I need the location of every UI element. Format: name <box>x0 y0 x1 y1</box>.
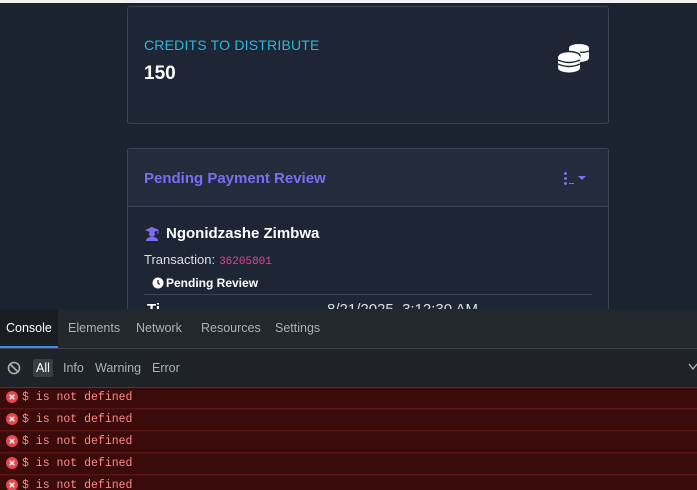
options-menu-button[interactable] <box>564 167 594 189</box>
tab-settings[interactable]: Settings <box>275 309 320 348</box>
pending-review-card: Pending Payment Review Ngonidzashe Zimbw… <box>127 148 609 318</box>
error-icon <box>6 391 18 403</box>
tab-console[interactable]: Console <box>0 309 58 348</box>
credits-card: CREDITS TO DISTRIBUTE 150 <box>127 6 609 124</box>
status-text: Pending Review <box>166 276 259 290</box>
devtools-panel: Console Elements Network Resources Setti… <box>0 309 697 490</box>
filter-info[interactable]: Info <box>60 359 87 377</box>
log-message: $ is not defined <box>22 435 133 448</box>
log-row: $ is not defined <box>0 432 697 453</box>
clock-icon <box>152 277 164 289</box>
console-log: $ is not defined $ is not defined $ is n… <box>0 388 697 490</box>
log-message: $ is not defined <box>22 391 133 404</box>
log-row: $ is not defined <box>0 454 697 475</box>
log-row: $ is not defined <box>0 476 697 490</box>
top-edge <box>0 0 697 3</box>
tab-network[interactable]: Network <box>136 309 182 348</box>
caret-down-icon <box>578 176 586 180</box>
log-message: $ is not defined <box>22 457 133 470</box>
console-filterbar: All Info Warning Error <box>0 349 697 388</box>
devtools-tabbar: Console Elements Network Resources Setti… <box>0 309 697 349</box>
filter-error[interactable]: Error <box>149 359 183 377</box>
chevron-down-icon[interactable] <box>688 363 697 371</box>
log-row: $ is not defined <box>0 410 697 431</box>
log-message: $ is not defined <box>22 413 133 426</box>
tab-elements[interactable]: Elements <box>68 309 120 348</box>
transaction-line: Transaction: 36205801 <box>144 252 272 268</box>
filter-all[interactable]: All <box>33 359 53 377</box>
clear-console-icon[interactable] <box>7 361 21 375</box>
transaction-label: Transaction: <box>144 252 216 267</box>
coins-icon <box>557 44 590 73</box>
tab-resources[interactable]: Resources <box>201 309 261 348</box>
pending-title: Pending Payment Review <box>144 170 326 187</box>
status-badge: Pending Review <box>152 276 258 290</box>
log-message: $ is not defined <box>22 479 133 490</box>
error-icon <box>6 479 18 490</box>
underscore-mark <box>569 182 574 184</box>
payer: Ngonidzashe Zimbwa <box>144 225 319 242</box>
graduate-icon <box>145 226 159 241</box>
kebab-icon <box>564 171 567 185</box>
error-icon <box>6 435 18 447</box>
error-icon <box>6 413 18 425</box>
filter-warning[interactable]: Warning <box>92 359 144 377</box>
credits-label: CREDITS TO DISTRIBUTE <box>144 37 320 53</box>
payer-name: Ngonidzashe Zimbwa <box>166 225 320 242</box>
log-row: $ is not defined <box>0 388 697 409</box>
credits-value: 150 <box>144 63 176 84</box>
divider <box>144 294 592 295</box>
error-icon <box>6 457 18 469</box>
transaction-id: 36205801 <box>219 256 272 268</box>
pending-header: Pending Payment Review <box>128 149 608 207</box>
